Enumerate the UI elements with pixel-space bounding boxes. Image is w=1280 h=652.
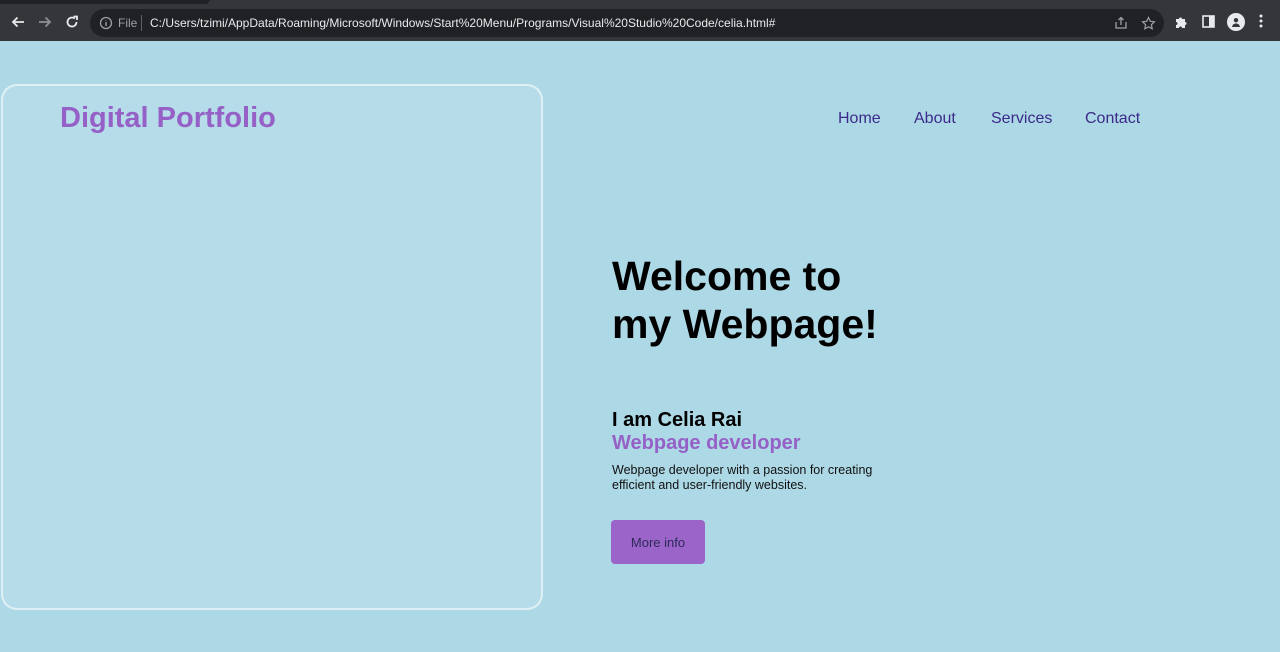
address-divider xyxy=(141,15,142,31)
site-logo[interactable]: Digital Portfolio xyxy=(60,102,276,135)
address-bar[interactable]: File C:/Users/tzimi/AppData/Roaming/Micr… xyxy=(90,9,1164,37)
hero-name: I am Celia Rai xyxy=(612,409,743,431)
active-tab-edge xyxy=(208,0,1280,4)
nav-services[interactable]: Services xyxy=(991,110,1052,128)
hero-title: Welcome to my Webpage! xyxy=(612,253,878,347)
nav-contact[interactable]: Contact xyxy=(1085,110,1140,128)
bookmark-star-icon[interactable] xyxy=(1140,15,1156,31)
reload-icon[interactable] xyxy=(61,11,83,33)
glass-card xyxy=(1,84,543,610)
side-panel-icon[interactable] xyxy=(1199,12,1217,30)
nav-about[interactable]: About xyxy=(914,110,956,128)
hero-role: Webpage developer xyxy=(612,432,801,454)
extensions-puzzle-icon[interactable] xyxy=(1172,12,1190,30)
more-info-button[interactable]: More info xyxy=(611,520,705,564)
info-icon[interactable] xyxy=(99,16,113,30)
hero-description: Webpage developer with a passion for cre… xyxy=(612,463,873,492)
forward-arrow-icon[interactable] xyxy=(34,11,56,33)
browser-toolbar: File C:/Users/tzimi/AppData/Roaming/Micr… xyxy=(0,0,1280,41)
scheme-label: File xyxy=(118,16,138,30)
share-icon[interactable] xyxy=(1113,15,1129,31)
back-arrow-icon[interactable] xyxy=(7,11,29,33)
profile-avatar-icon[interactable] xyxy=(1227,13,1245,31)
url-text[interactable]: C:/Users/tzimi/AppData/Roaming/Microsoft… xyxy=(150,16,775,30)
nav-home[interactable]: Home xyxy=(838,110,881,128)
kebab-menu-icon[interactable] xyxy=(1252,12,1270,30)
